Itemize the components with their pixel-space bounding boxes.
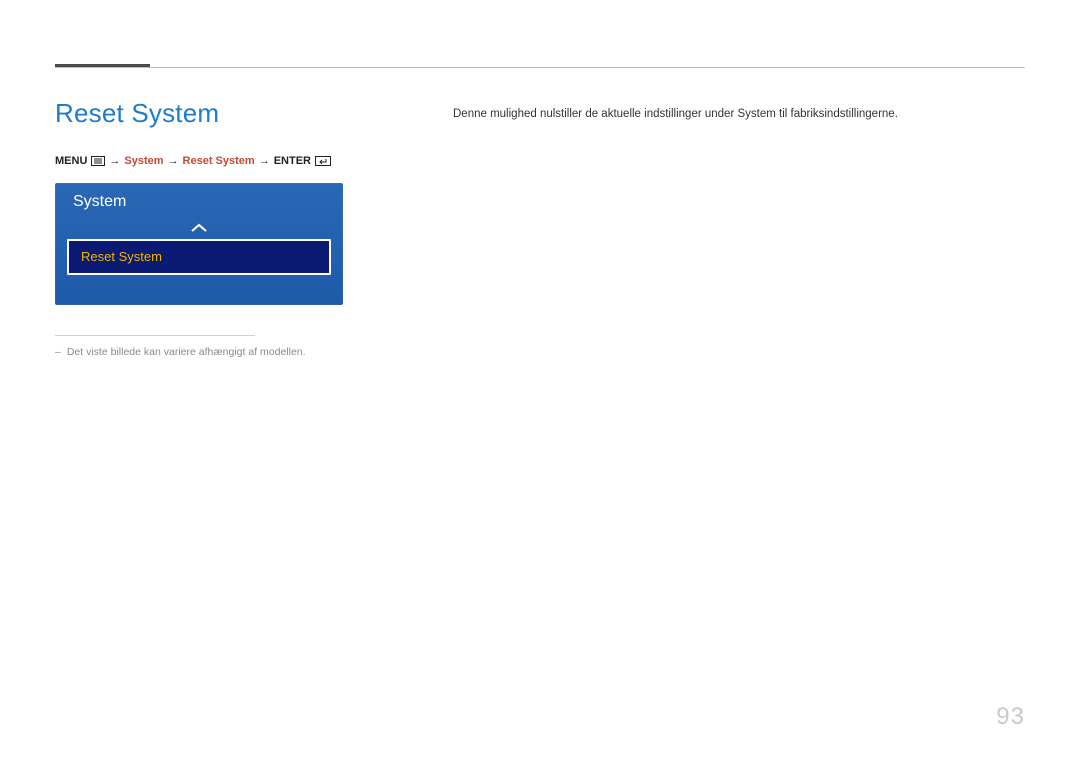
footnote-text: Det viste billede kan variere afhængigt … — [67, 346, 306, 358]
page-number: 93 — [996, 703, 1025, 731]
description-text: Denne mulighed nulstiller de aktuelle in… — [453, 106, 1028, 123]
breadcrumb-enter-label: ENTER — [274, 155, 311, 167]
document-page: Reset System MENU → System → Reset Syste… — [0, 0, 1080, 763]
note-divider — [55, 335, 255, 336]
breadcrumb-reset-system: Reset System — [183, 155, 255, 167]
enter-icon — [315, 155, 331, 167]
left-column: Reset System MENU → System → Reset Syste… — [55, 98, 415, 358]
top-accent-bar — [55, 64, 150, 67]
footnote-dash: – — [55, 346, 61, 358]
osd-item-label: Reset System — [81, 249, 162, 264]
section-heading: Reset System — [55, 98, 415, 129]
breadcrumb-path: MENU → System → Reset System → ENTER — [55, 155, 415, 167]
arrow-icon: → — [109, 155, 120, 167]
breadcrumb-menu-label: MENU — [55, 155, 87, 167]
right-column: Denne mulighed nulstiller de aktuelle in… — [453, 106, 1028, 123]
osd-title: System — [55, 183, 343, 217]
arrow-icon: → — [259, 155, 270, 167]
top-rule — [55, 67, 1025, 68]
menu-icon — [91, 155, 105, 167]
arrow-icon: → — [168, 155, 179, 167]
chevron-up-icon — [55, 217, 343, 239]
osd-panel: System Reset System — [55, 183, 343, 305]
breadcrumb-system: System — [124, 155, 163, 167]
osd-selected-item: Reset System — [67, 239, 331, 275]
footnote: – Det viste billede kan variere afhængig… — [55, 346, 415, 358]
